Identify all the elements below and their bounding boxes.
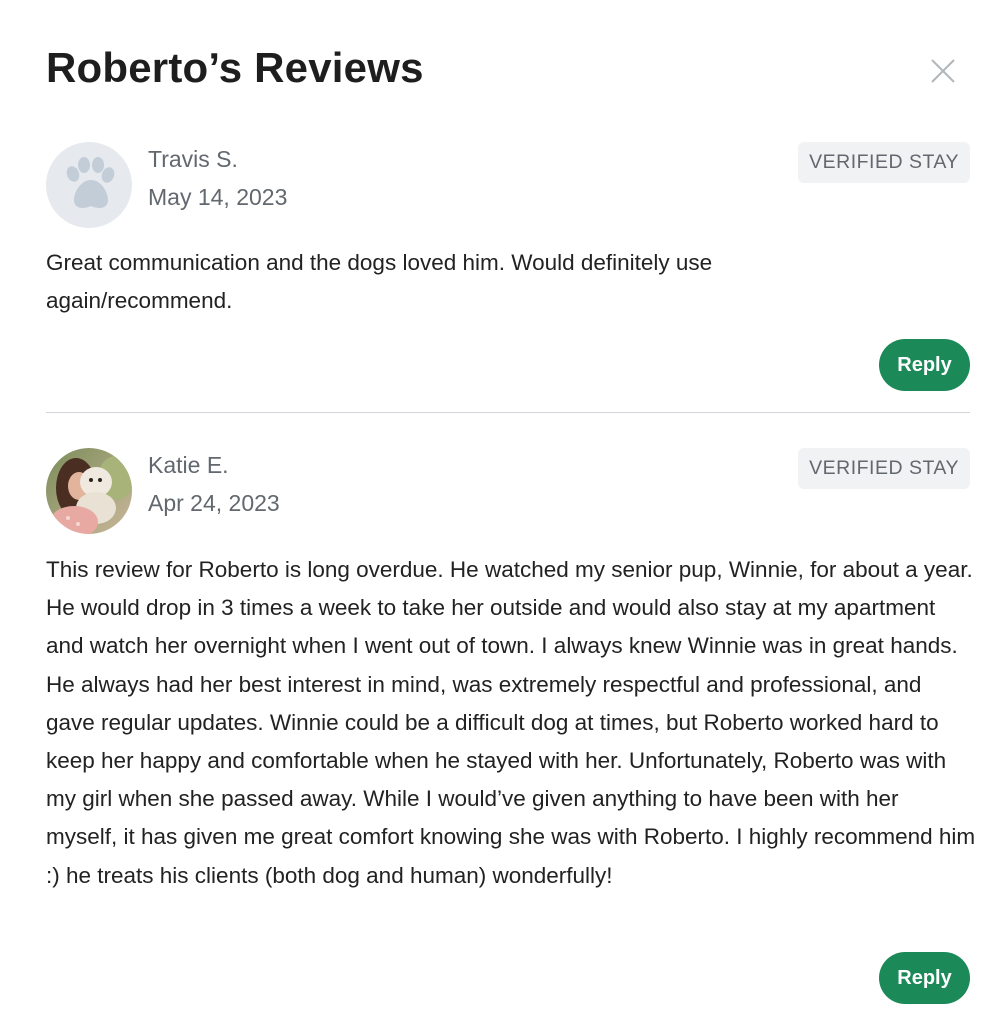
reply-button[interactable]: Reply [879,339,970,391]
review-date: Apr 24, 2023 [148,490,280,516]
user-photo [46,448,132,534]
verified-stay-badge: VERIFIED STAY [798,142,970,183]
reviewer-name: Katie E. [148,452,229,478]
reply-button[interactable]: Reply [879,952,970,1004]
modal-title: Roberto’s Reviews [46,44,424,91]
paw-icon [66,157,115,208]
review-divider [46,412,970,413]
close-icon[interactable] [928,56,958,86]
verified-stay-badge: VERIFIED STAY [798,448,970,489]
review-item: Katie E. Apr 24, 2023 VERIFIED STAY This… [46,448,975,1008]
review-item: Travis S. May 14, 2023 VERIFIED STAY Gre… [46,142,970,394]
review-text: This review for Roberto is long overdue.… [46,557,976,888]
avatar [46,142,132,228]
review-text: Great communication and the dogs loved h… [46,250,713,314]
reviewer-name: Travis S. [148,146,238,172]
review-date: May 14, 2023 [148,184,288,210]
avatar [46,448,132,534]
